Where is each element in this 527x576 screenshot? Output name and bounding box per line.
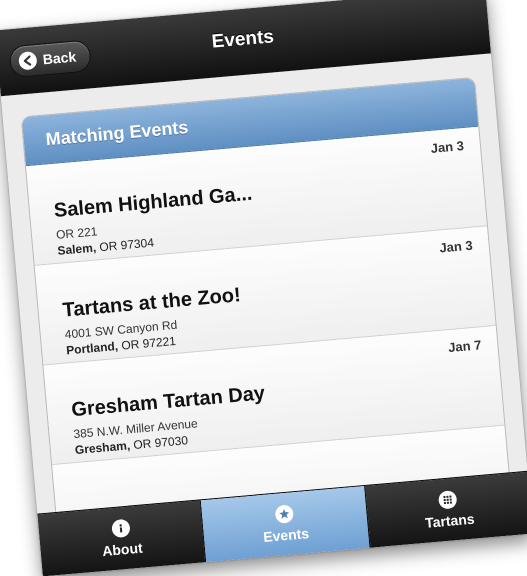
- event-date: Jan 7: [447, 337, 482, 356]
- grid-icon: [438, 490, 458, 510]
- tab-tartans[interactable]: Tartans: [364, 471, 527, 548]
- events-list: Matching Events Jan 3 Salem Highland Ga.…: [20, 76, 512, 515]
- content-area[interactable]: Matching Events Jan 3 Salem Highland Ga.…: [0, 53, 527, 515]
- event-city-name: Salem,: [56, 240, 97, 258]
- event-city-name: Portland,: [65, 338, 119, 358]
- event-city-name: Gresham,: [74, 438, 131, 458]
- tab-about-label: About: [101, 539, 144, 560]
- event-title: Tartans at the Zoo!: [61, 284, 242, 322]
- tab-events-label: Events: [262, 525, 310, 546]
- event-date: Jan 3: [430, 138, 465, 156]
- event-title: Salem Highland Ga...: [53, 182, 254, 222]
- event-street: OR 221: [55, 224, 98, 242]
- tab-tartans-label: Tartans: [424, 510, 476, 531]
- event-date: Jan 3: [438, 237, 474, 256]
- event-state-zip: OR 97221: [117, 333, 177, 353]
- star-icon: [274, 504, 295, 524]
- info-icon: [110, 518, 131, 539]
- event-state-zip: OR 97030: [129, 433, 189, 453]
- tab-events[interactable]: Events: [201, 485, 371, 563]
- event-title: Gresham Tartan Day: [70, 382, 266, 422]
- tab-about[interactable]: About: [37, 500, 207, 576]
- event-state-zip: OR 97304: [95, 235, 155, 255]
- phone-screen: Back Events Matching Events Jan 3 Salem …: [0, 0, 527, 576]
